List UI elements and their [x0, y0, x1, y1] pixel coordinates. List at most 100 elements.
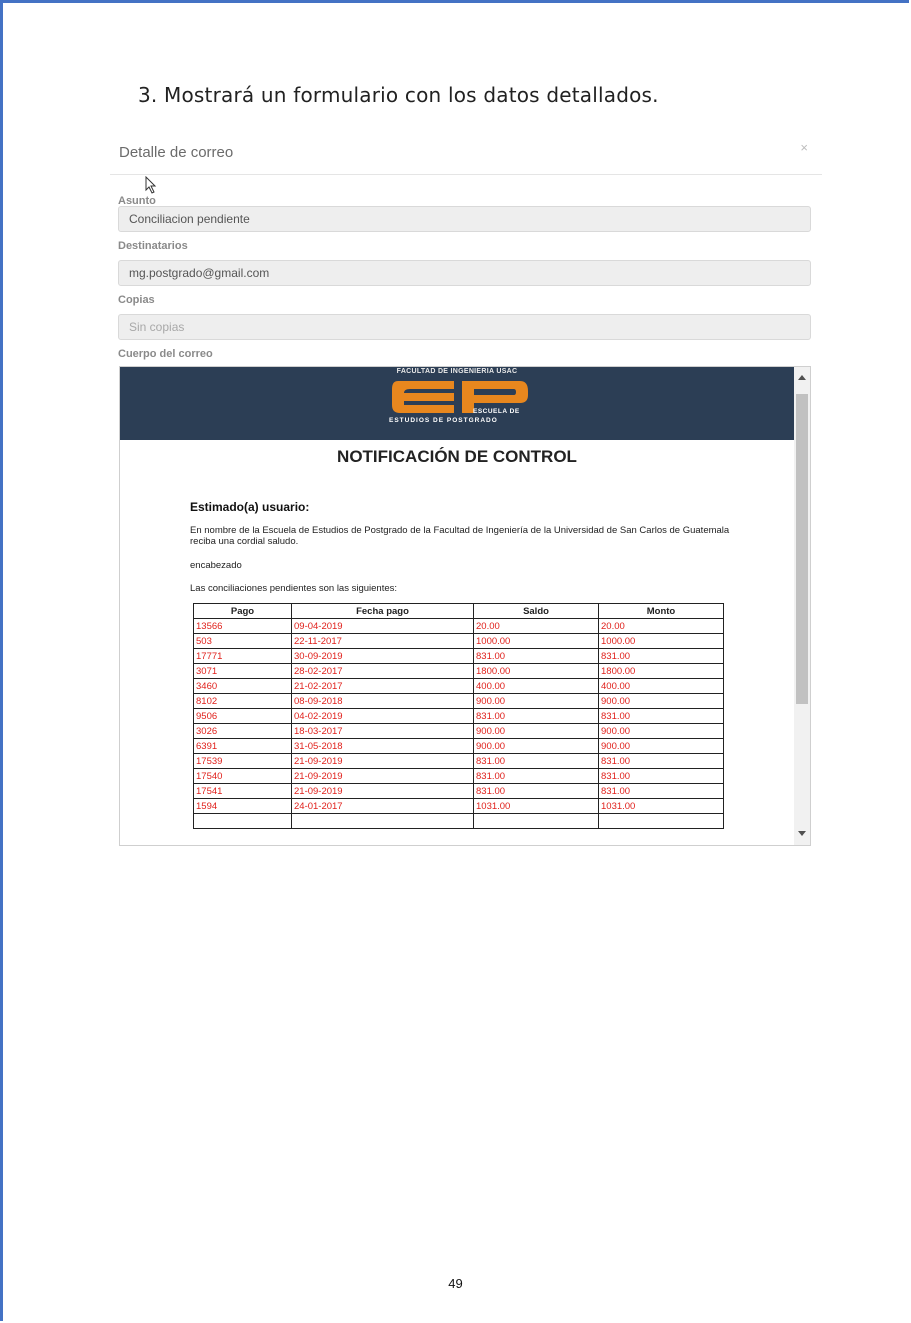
table-row	[193, 813, 724, 829]
table-cell: 831.00	[598, 708, 724, 724]
table-cell: 17541	[193, 783, 292, 799]
table-cell: 900.00	[598, 693, 724, 709]
modal-title: Detalle de correo	[119, 144, 234, 161]
step-instruction: 3. Mostrará un formulario con los datos …	[138, 83, 659, 107]
table-row: 1594 24-01-2017 1031.00 1031.00	[193, 798, 724, 814]
table-cell: 831.00	[473, 708, 599, 724]
table-row: 17771 30-09-2019 831.00 831.00	[193, 648, 724, 664]
table-cell: 1800.00	[598, 663, 724, 679]
table-cell: 20.00	[473, 618, 599, 634]
table-cell: 1594	[193, 798, 292, 814]
table-cell	[193, 813, 292, 829]
table-cell: 400.00	[473, 678, 599, 694]
table-cell: 17771	[193, 648, 292, 664]
email-header-word: encabezado	[190, 560, 242, 571]
table-header-row: Pago Fecha pago Saldo Monto	[193, 603, 724, 619]
table-cell: 900.00	[598, 738, 724, 754]
page-number: 49	[448, 1276, 463, 1291]
table-cell: 21-09-2019	[291, 768, 474, 784]
copias-label: Copias	[118, 294, 155, 306]
table-row: 13566 09-04-2019 20.00 20.00	[193, 618, 724, 634]
table-cell: 08-09-2018	[291, 693, 474, 709]
table-cell: 900.00	[598, 723, 724, 739]
table-cell: 21-09-2019	[291, 783, 474, 799]
table-cell: 24-01-2017	[291, 798, 474, 814]
table-header-cell: Pago	[193, 603, 292, 619]
table-cell: 17540	[193, 768, 292, 784]
table-row: 6391 31-05-2018 900.00 900.00	[193, 738, 724, 754]
table-cell: 900.00	[473, 723, 599, 739]
table-cell: 04-02-2019	[291, 708, 474, 724]
table-cell: 8102	[193, 693, 292, 709]
table-cell: 1031.00	[598, 798, 724, 814]
cuerpo-label: Cuerpo del correo	[118, 348, 213, 360]
table-cell: 831.00	[473, 783, 599, 799]
table-cell: 18-03-2017	[291, 723, 474, 739]
table-cell: 831.00	[598, 753, 724, 769]
table-cell: 3460	[193, 678, 292, 694]
table-cell: 17539	[193, 753, 292, 769]
table-cell: 31-05-2018	[291, 738, 474, 754]
email-paragraph: En nombre de la Escuela de Estudios de P…	[190, 525, 730, 547]
email-title: NOTIFICACIÓN DE CONTROL	[337, 447, 577, 466]
close-icon[interactable]: ×	[800, 140, 808, 155]
table-cell	[473, 813, 599, 829]
table-header-cell: Fecha pago	[291, 603, 474, 619]
table-cell: 9506	[193, 708, 292, 724]
email-banner: FACULTAD DE INGENIERIA USAC ESCUELA DE E…	[120, 367, 794, 440]
scroll-up-icon[interactable]	[798, 375, 806, 380]
copias-field[interactable]: Sin copias	[118, 314, 811, 340]
table-header-cell: Saldo	[473, 603, 599, 619]
table-cell: 831.00	[473, 648, 599, 664]
table-cell: 900.00	[473, 693, 599, 709]
modal-divider	[110, 174, 822, 175]
table-row: 3071 28-02-2017 1800.00 1800.00	[193, 663, 724, 679]
table-cell: 1800.00	[473, 663, 599, 679]
table-cell: 831.00	[598, 783, 724, 799]
email-intro: Las conciliaciones pendientes son las si…	[190, 583, 398, 594]
table-cell: 21-02-2017	[291, 678, 474, 694]
table-cell: 30-09-2019	[291, 648, 474, 664]
mouse-cursor-icon	[145, 176, 157, 194]
email-body-frame[interactable]: FACULTAD DE INGENIERIA USAC ESCUELA DE E…	[119, 366, 811, 846]
table-cell	[598, 813, 724, 829]
table-cell: 831.00	[598, 768, 724, 784]
table-row: 3460 21-02-2017 400.00 400.00	[193, 678, 724, 694]
table-cell: 831.00	[598, 648, 724, 664]
table-cell: 3071	[193, 663, 292, 679]
banner-school-line2: ESTUDIOS DE POSTGRADO	[389, 417, 498, 424]
table-row: 503 22-11-2017 1000.00 1000.00	[193, 633, 724, 649]
table-cell: 13566	[193, 618, 292, 634]
banner-school-line1: ESCUELA DE	[473, 408, 520, 415]
table-cell: 503	[193, 633, 292, 649]
table-row: 17540 21-09-2019 831.00 831.00	[193, 768, 724, 784]
table-row: 17539 21-09-2019 831.00 831.00	[193, 753, 724, 769]
email-scrollbar[interactable]	[794, 367, 810, 845]
table-cell: 1000.00	[473, 633, 599, 649]
table-cell: 1031.00	[473, 798, 599, 814]
asunto-field[interactable]: Conciliacion pendiente	[118, 206, 811, 232]
table-cell: 21-09-2019	[291, 753, 474, 769]
scroll-down-icon[interactable]	[798, 831, 806, 836]
table-cell: 900.00	[473, 738, 599, 754]
reconciliation-table: Pago Fecha pago Saldo Monto 13566 09-04-2019…	[193, 603, 724, 829]
scroll-thumb[interactable]	[796, 394, 808, 704]
table-cell: 400.00	[598, 678, 724, 694]
table-cell: 22-11-2017	[291, 633, 474, 649]
destinatarios-label: Destinatarios	[118, 240, 188, 252]
table-row: 8102 08-09-2018 900.00 900.00	[193, 693, 724, 709]
table-header-cell: Monto	[598, 603, 724, 619]
destinatarios-field[interactable]: mg.postgrado@gmail.com	[118, 260, 811, 286]
table-row: 3026 18-03-2017 900.00 900.00	[193, 723, 724, 739]
table-cell: 20.00	[598, 618, 724, 634]
table-row: 17541 21-09-2019 831.00 831.00	[193, 783, 724, 799]
table-cell: 6391	[193, 738, 292, 754]
table-cell: 831.00	[473, 768, 599, 784]
table-cell	[291, 813, 474, 829]
table-cell: 831.00	[473, 753, 599, 769]
table-cell: 3026	[193, 723, 292, 739]
table-cell: 09-04-2019	[291, 618, 474, 634]
table-row: 9506 04-02-2019 831.00 831.00	[193, 708, 724, 724]
email-greeting: Estimado(a) usuario:	[190, 500, 310, 514]
table-cell: 1000.00	[598, 633, 724, 649]
